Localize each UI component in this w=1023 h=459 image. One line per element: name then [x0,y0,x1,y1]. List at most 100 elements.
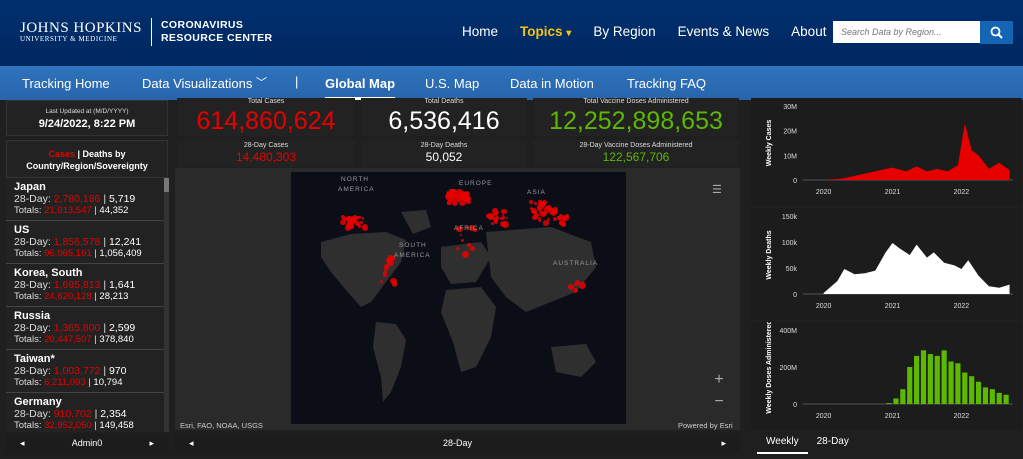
sep: | [100,279,109,291]
y-axis-label: Weekly Deaths [766,230,773,279]
x-tick-label: 2021 [885,189,901,196]
last-updated-label: Last Updated at (M/D/YYYY) [45,108,129,115]
day28-row: 28-Day: 2,780,186 | 5,719 [14,193,160,205]
totals-prefix: Totals: [14,205,45,216]
nav-home[interactable]: Home [462,24,498,39]
scrollbar-thumb[interactable] [164,178,169,192]
case-dot [551,208,558,215]
case-dot [382,272,388,278]
list-item[interactable]: Korea, South 28-Day: 1,695,813 | 1,641 Tot… [6,264,168,307]
admin-level-label: Admin0 [71,438,103,448]
x-tick-label: 2022 [954,303,970,310]
tab-28-day[interactable]: 28-Day [808,431,858,454]
list-item[interactable]: Taiwan* 28-Day: 1,003,772 | 970 Totals: 6,… [6,350,168,393]
subnav-data-visualizations[interactable]: Data Visualizations [142,76,252,91]
day28-deaths: 970 [108,365,127,377]
y-tick-label: 400M [779,328,797,335]
day28-cases: 1,695,813 [53,279,101,291]
prev-arrow-icon[interactable]: ◂ [189,433,194,453]
chart-panel-cases: Weekly Cases 30M 20M 10M 0 2020 2021 2022 [751,98,1022,206]
total-cases: 24,620,128 [44,291,92,302]
case-dot [349,217,354,222]
day28-deaths: 1,641 [108,279,136,291]
sep: | [100,193,109,205]
subnav-tracking-home[interactable]: Tracking Home [22,76,110,91]
case-dot [529,200,534,205]
world-map[interactable]: NORTH AMERICA EUROPE ASIA AFRICA SOUTH AMERICA… [291,172,626,424]
zoom-in-button[interactable]: + [709,370,729,390]
jhu-logo[interactable]: JOHNS HOPKINS UNIVERSITY & MEDICINE CORON… [20,18,273,46]
nav-topics[interactable]: Topics ▾ [520,24,571,39]
list-item[interactable]: Russia 28-Day: 1,365,800 | 2,599 Totals: 2… [6,307,168,350]
subnav-global-map[interactable]: Global Map [325,76,396,100]
subnav-us-map[interactable]: U.S. Map [425,76,479,91]
totals-row: Totals: 96,065,161 | 1,056,409 [14,248,160,260]
day28-prefix: 28-Day: [14,279,54,291]
subnav-tracking-faq[interactable]: Tracking FAQ [627,76,706,91]
country-list[interactable]: Japan 28-Day: 2,780,186 | 5,719 Totals: 21… [6,178,168,432]
day28-vaccines-value: 122,567,706 [602,150,670,164]
sep: | [100,236,109,248]
list-item[interactable]: Germany 28-Day: 910,702 | 2,354 Totals: 32… [6,393,168,432]
case-dot [357,215,361,220]
next-arrow-icon[interactable]: ▸ [149,433,154,453]
last-updated-value: 9/24/2022, 8:22 PM [38,118,136,130]
logo-line1: JOHNS HOPKINS [20,19,142,36]
case-dot [346,218,350,221]
logo-line2: UNIVERSITY & MEDICINE [20,34,118,43]
prev-arrow-icon[interactable]: ◂ [20,433,25,453]
country-name: Japan [14,181,46,193]
x-tick-label: 2021 [885,303,901,310]
nav-events-news[interactable]: Events & News [678,24,770,39]
map-label: AMERICA [338,186,375,193]
day28-cases-value: 14,480,303 [235,150,297,164]
list-scrollbar[interactable] [164,178,169,432]
weekly-doses-bar [907,367,913,404]
map-label: AUSTRALIA [553,260,599,267]
x-tick-label: 2021 [885,413,901,420]
weekly-doses-bar [962,372,968,404]
y-tick-label: 10M [783,153,797,160]
case-dot [486,214,490,218]
case-dot [361,216,365,220]
case-dot [543,220,549,226]
list-header-deaths: Deaths by [82,149,126,159]
chevron-down-icon[interactable]: ﹀ [256,74,267,90]
totals-row: Totals: 32,952,050 | 149,458 [14,420,160,432]
total-cases: 20,447,507 [44,334,92,345]
search-input[interactable] [833,21,981,43]
nav-by-region[interactable]: By Region [593,24,655,39]
day28-cases: 1,365,800 [53,322,101,334]
case-dot [459,233,463,237]
case-dot [574,282,578,287]
total-deaths: 1,056,409 [99,248,142,259]
list-view-icon[interactable]: ☰ [712,183,722,196]
next-arrow-icon[interactable]: ▸ [721,433,726,453]
x-tick-label: 2020 [816,413,832,420]
case-dot [531,214,537,220]
list-item[interactable]: Japan 28-Day: 2,780,186 | 5,719 Totals: 21… [6,178,168,221]
map-period-label: 28-Day [442,438,472,448]
day28-prefix: 28-Day: [14,236,54,248]
chart-panel-deaths: Weekly Deaths 150k 100k 50k 0 2020 2021 2022 [751,208,1022,320]
case-dot [537,219,541,223]
esri-attribution[interactable]: Powered by Esri [678,421,733,430]
list-item[interactable]: US 28-Day: 1,856,578 | 12,241 Totals: 96,0… [6,221,168,264]
tab-weekly[interactable]: Weekly [757,431,808,454]
day28-cases-panel: 28-Day Cases 14,480,303 [177,140,355,167]
nav-about[interactable]: About [791,24,826,39]
weekly-doses-chart: Weekly Doses Administered 400M 200M 0 2020 20… [766,320,1013,420]
zoom-out-button[interactable]: − [709,392,729,412]
chart-panel-doses: Weekly Doses Administered 400M 200M 0 2020 20… [751,320,1022,430]
case-dot [505,216,508,220]
total-cases: 6,211,093 [44,377,86,388]
subnav-data-in-motion[interactable]: Data in Motion [510,76,594,91]
day28-deaths: 2,354 [100,408,127,420]
totals-row: Totals: 21,013,547 | 44,352 [14,205,160,217]
search-button[interactable] [980,21,1013,44]
weekly-doses-bar [893,398,899,404]
map-attribution[interactable]: Esri, FAO, NOAA, USGS [180,421,263,430]
case-dot [499,220,507,227]
total-cases: 21,013,547 [44,205,92,216]
list-header-sep: | [74,149,83,159]
